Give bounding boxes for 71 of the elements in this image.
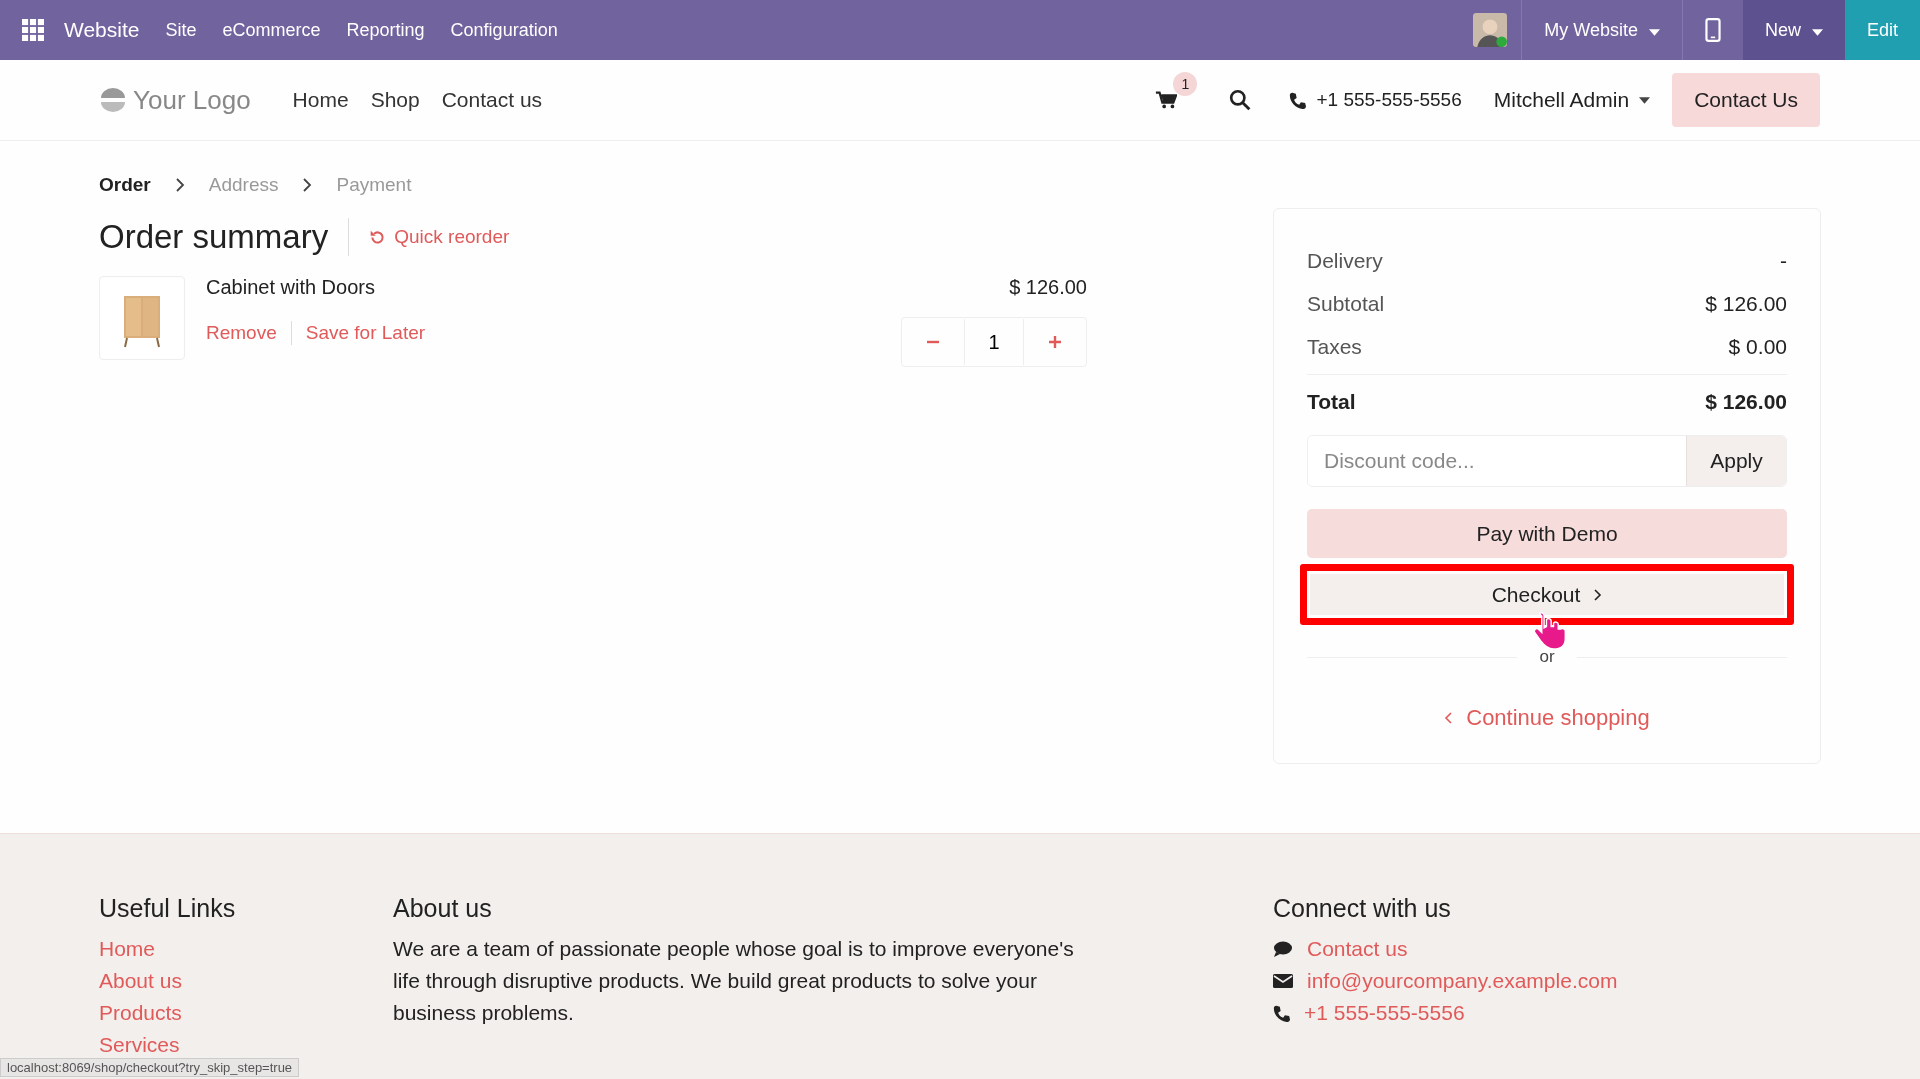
apps-grid-icon[interactable] bbox=[22, 19, 44, 41]
contact-link[interactable]: Contact us bbox=[1307, 933, 1408, 965]
checkout-button[interactable]: Checkout bbox=[1310, 574, 1784, 615]
nav-link[interactable]: Contact us bbox=[441, 88, 543, 112]
line-action-link[interactable]: Remove bbox=[206, 322, 277, 344]
footer-link[interactable]: Home bbox=[99, 933, 393, 965]
chevron-right-icon bbox=[1594, 588, 1603, 601]
contact-us-button[interactable]: Contact Us bbox=[1672, 73, 1820, 127]
app-name[interactable]: Website bbox=[64, 18, 140, 42]
separator-text: or bbox=[1538, 647, 1556, 667]
caret-icon bbox=[1648, 28, 1660, 36]
undo-icon bbox=[369, 228, 387, 246]
footer-heading: Connect with us bbox=[1273, 894, 1452, 923]
url-tooltip: localhost:8069/shop/checkout?try_skip_step=true bbox=[0, 1058, 300, 1077]
breadcrumb-step[interactable]: Payment bbox=[336, 174, 412, 196]
footer-heading: About us bbox=[393, 894, 493, 923]
pay-button[interactable]: Pay with Demo bbox=[1307, 509, 1787, 558]
breadcrumb-step[interactable]: Order bbox=[99, 174, 151, 196]
footer-heading: Useful Links bbox=[99, 894, 237, 923]
line-action-link[interactable]: Save for Later bbox=[305, 322, 426, 344]
quick-reorder-link[interactable]: Quick reorder bbox=[369, 226, 510, 248]
cart-count: 1 bbox=[1173, 72, 1198, 96]
edit-button[interactable]: Edit bbox=[1844, 0, 1920, 60]
phone-icon bbox=[1273, 1004, 1290, 1022]
footer-link[interactable]: Services bbox=[99, 1029, 393, 1061]
avatar-icon[interactable] bbox=[1473, 13, 1508, 47]
summary-label: Taxes bbox=[1307, 334, 1362, 359]
cart-icon[interactable] bbox=[1155, 90, 1178, 110]
user-menu[interactable]: Mitchell Admin bbox=[1493, 88, 1630, 112]
contact-link[interactable]: +1 555-555-5556 bbox=[1304, 997, 1465, 1029]
page-title: Order summary bbox=[99, 218, 329, 256]
summary-value: $ 126.00 bbox=[1705, 390, 1787, 414]
about-text: We are a team of passionate people whose goal is to improve everyone's life through disruptive products. We build great products to solve your business problems. bbox=[393, 936, 1075, 1026]
top-menu-item[interactable]: Configuration bbox=[450, 19, 558, 41]
hand-cursor-icon bbox=[1532, 609, 1568, 649]
summary-value: $ 0.00 bbox=[1728, 334, 1787, 359]
top-menu-item[interactable]: eCommerce bbox=[222, 19, 321, 41]
chevron-right-icon bbox=[174, 177, 185, 193]
summary-label: Delivery bbox=[1307, 248, 1383, 273]
nav-link[interactable]: Home bbox=[292, 88, 349, 112]
top-menu-item[interactable]: Reporting bbox=[346, 19, 425, 41]
continue-shopping-link[interactable]: Continue shopping bbox=[1444, 705, 1650, 731]
phone-icon bbox=[1289, 91, 1307, 109]
footer-link[interactable]: Products bbox=[99, 997, 393, 1029]
phone-number[interactable]: +1 555-555-5556 bbox=[1316, 89, 1462, 111]
chat-icon bbox=[1273, 940, 1293, 958]
product-name[interactable]: Cabinet with Doors bbox=[206, 276, 426, 299]
website-switcher[interactable]: My Website bbox=[1521, 0, 1683, 60]
summary-value: - bbox=[1780, 248, 1787, 273]
contact-link[interactable]: info@yourcompany.example.com bbox=[1307, 965, 1618, 997]
search-icon[interactable] bbox=[1229, 89, 1252, 111]
summary-value: $ 126.00 bbox=[1705, 291, 1787, 316]
caret-icon bbox=[1811, 28, 1823, 36]
chevron-left-icon bbox=[1444, 712, 1453, 724]
quantity-stepper[interactable]: 1 bbox=[901, 317, 1087, 367]
top-menu-item[interactable]: Site bbox=[165, 19, 197, 41]
caret-icon[interactable] bbox=[1639, 96, 1651, 104]
summary-label: Subtotal bbox=[1307, 291, 1385, 316]
quantity-field[interactable]: 1 bbox=[964, 319, 1024, 365]
mail-icon bbox=[1273, 973, 1293, 989]
chevron-right-icon bbox=[302, 177, 313, 193]
logo-icon bbox=[99, 88, 127, 112]
nav-link[interactable]: Shop bbox=[370, 88, 420, 112]
new-button[interactable]: New bbox=[1742, 0, 1845, 60]
summary-label: Total bbox=[1307, 390, 1356, 414]
logo-text[interactable]: Your Logo bbox=[133, 84, 251, 116]
footer-link[interactable]: About us bbox=[99, 965, 393, 997]
breadcrumb-step[interactable]: Address bbox=[208, 174, 279, 196]
line-price: $ 126.00 bbox=[1009, 276, 1087, 299]
plus-icon bbox=[1048, 335, 1062, 349]
mobile-icon[interactable] bbox=[1704, 18, 1721, 42]
